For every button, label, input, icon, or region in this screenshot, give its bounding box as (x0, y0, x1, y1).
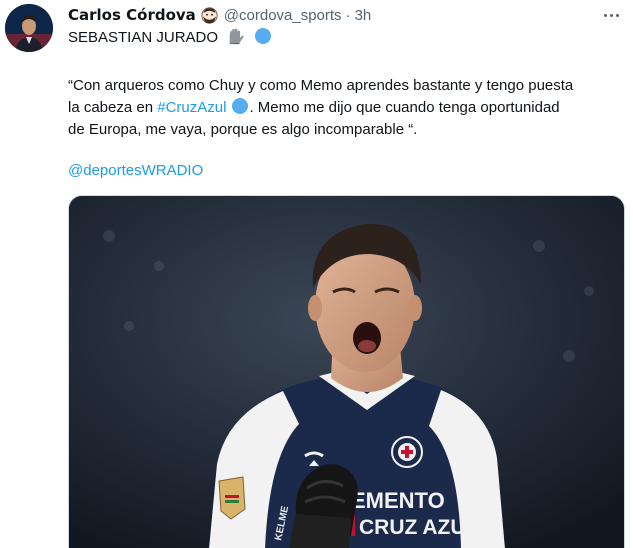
goalkeeper-photo: EMENTO CRUZ AZUL KELME (69, 196, 624, 548)
jersey-sponsor-text: EMENTO (351, 488, 445, 513)
author-handle[interactable]: @cordova_sports (224, 7, 342, 24)
avatar-image (5, 4, 53, 52)
more-icon (603, 13, 607, 17)
display-name[interactable]: Carlos Córdova (68, 6, 196, 24)
hashtag-link[interactable]: #CruzAzul (157, 99, 226, 116)
gloves-icon (227, 27, 245, 52)
tweet-media-photo[interactable]: EMENTO CRUZ AZUL KELME (68, 195, 625, 548)
mention-deportes-wradio[interactable]: @deportesWRADIO (68, 162, 203, 179)
tweet-headline: SEBASTIAN JURADO (68, 27, 272, 52)
bearded-face-icon (201, 6, 218, 24)
tweet-timestamp[interactable]: 3h (355, 7, 372, 24)
tweet-header: Carlos Córdova @cordova_sports · 3h (68, 4, 371, 26)
more-options-button[interactable] (598, 6, 624, 24)
separator-dot: · (345, 6, 351, 24)
avatar[interactable] (5, 4, 53, 52)
tweet-text-line: de Europa, me vaya, porque es algo incom… (68, 121, 418, 138)
tweet-text-line: “Con arqueros como Chuy y como Memo apre… (68, 77, 574, 94)
blue-circle-icon (254, 27, 272, 52)
mention-link: @deportesWRADIO (68, 160, 203, 182)
jersey-sponsor-text: CRUZ AZUL (359, 516, 479, 539)
